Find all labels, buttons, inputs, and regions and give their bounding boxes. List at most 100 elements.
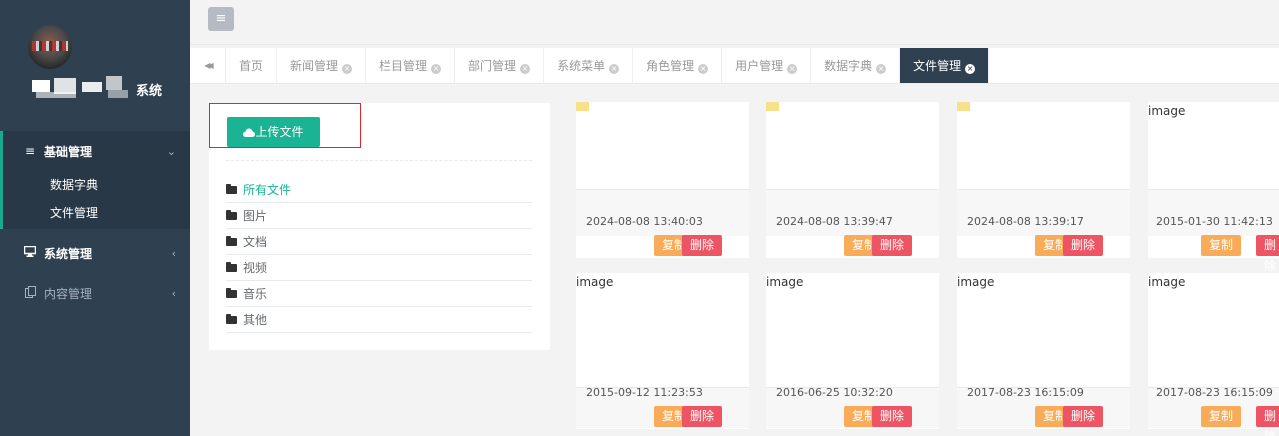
file-date: 2016-06-25 10:32:20 — [776, 386, 893, 399]
file-info — [576, 190, 749, 236]
file-preview[interactable]: image — [957, 273, 1130, 388]
list-icon: ≡ — [24, 144, 36, 158]
tab-home[interactable]: 首页 — [226, 48, 278, 83]
file-preview[interactable] — [957, 102, 1130, 190]
file-date: 2015-01-30 11:42:13 — [1156, 215, 1273, 228]
file-preview[interactable]: image — [1148, 102, 1279, 190]
image-alt-text: image — [957, 275, 995, 289]
file-preview[interactable]: image — [766, 273, 939, 388]
close-icon[interactable]: × — [965, 64, 976, 74]
divider — [226, 160, 532, 161]
close-icon[interactable]: × — [698, 64, 709, 74]
menu-toggle-button[interactable]: ≡ — [208, 7, 234, 31]
tab-label: 用户管理 — [735, 59, 784, 73]
image-alt-text: image — [576, 275, 614, 289]
file-card[interactable]: image 2016-06-25 10:32:20 复制 删除 — [766, 273, 939, 429]
file-date: 2024-08-08 13:39:17 — [967, 215, 1084, 228]
folder-videos[interactable]: 视频 — [226, 255, 532, 281]
tab-user-management[interactable]: 用户管理 × — [722, 48, 812, 83]
tab-data-dictionary[interactable]: 数据字典 × — [811, 48, 901, 83]
tabs-scroll-left-icon[interactable]: ◀◀ — [190, 48, 226, 83]
file-card[interactable]: image 2017-08-23 16:15:09 复制 删除 — [1148, 273, 1279, 436]
folder-all-files[interactable]: 所有文件 — [226, 177, 532, 203]
desktop-icon — [22, 245, 38, 260]
delete-button[interactable]: 删除 — [1063, 235, 1104, 256]
tab-news-management[interactable]: 新闻管理 × — [277, 48, 367, 83]
copy-button[interactable]: 复制 — [1201, 235, 1242, 256]
close-icon[interactable]: × — [609, 64, 620, 74]
file-card[interactable]: image 2015-09-12 11:23:53 复制 删除 — [576, 273, 749, 429]
upload-label: 上传文件 — [255, 125, 304, 139]
file-card[interactable]: 2024-08-08 13:40:03 复制 删除 — [576, 102, 749, 258]
folder-icon — [226, 209, 237, 220]
sidebar-item-basic-management[interactable]: ≡ 基础管理 ⌄ — [0, 131, 190, 171]
copy-button[interactable]: 复制 — [1201, 406, 1242, 427]
sidebar-item-system-management[interactable]: 系统管理 ‹ — [0, 233, 190, 273]
sidebar-item-content-management[interactable]: 内容管理 ‹ — [0, 273, 190, 313]
file-card[interactable]: 2024-08-08 13:39:47 复制 删除 — [766, 102, 939, 258]
sidebar-item-label: 系统管理 — [44, 246, 93, 261]
sidebar-item-file-management[interactable]: 文件管理 — [3, 199, 190, 229]
folder-music[interactable]: 音乐 — [226, 281, 532, 307]
tab-file-management[interactable]: 文件管理 × — [900, 48, 990, 83]
profile-area: 系统 — [0, 0, 190, 128]
file-date: 2024-08-08 13:39:47 — [776, 215, 893, 228]
folder-icon — [226, 287, 237, 298]
close-icon[interactable]: × — [342, 64, 353, 74]
delete-button[interactable]: 删除 — [1063, 406, 1104, 427]
file-info — [766, 190, 939, 236]
image-thumbnail — [576, 102, 589, 111]
sidebar-item-data-dictionary[interactable]: 数据字典 — [3, 171, 190, 199]
folder-documents[interactable]: 文档 — [226, 229, 532, 255]
delete-button[interactable]: 删除 — [682, 235, 723, 256]
page-tabs: ◀◀ 首页 新闻管理 × 栏目管理 × 部门管理 × 系统菜单 × 角色管理 × 用户管理… — [190, 48, 1279, 84]
tab-label: 栏目管理 — [379, 59, 428, 73]
tab-label: 数据字典 — [824, 59, 873, 73]
file-card[interactable]: 2024-08-08 13:39:17 复制 删除 — [957, 102, 1130, 258]
upload-file-button[interactable]: 上传文件 — [227, 117, 320, 147]
file-date: 2017-08-23 16:15:09 — [1156, 386, 1273, 399]
close-icon[interactable]: × — [876, 64, 887, 74]
tab-column-management[interactable]: 栏目管理 × — [366, 48, 456, 83]
file-preview[interactable] — [576, 102, 749, 190]
sidebar-item-label: 内容管理 — [44, 286, 93, 301]
image-alt-text: image — [1148, 275, 1186, 289]
folder-list: 所有文件 图片 文档 视频 音乐 其他 — [226, 177, 532, 333]
delete-button[interactable]: 删除 — [872, 406, 913, 427]
delete-button[interactable]: 删除 — [872, 235, 913, 256]
file-card[interactable]: image 2017-08-23 16:15:09 复制 删除 — [957, 273, 1130, 429]
file-card[interactable]: image 2015-01-30 11:42:13 复制 删除 — [1148, 102, 1279, 273]
delete-button[interactable]: 删除 — [1256, 235, 1279, 273]
folder-label: 视频 — [243, 260, 268, 275]
file-date: 2024-08-08 13:40:03 — [586, 215, 703, 228]
close-icon[interactable]: × — [520, 64, 531, 74]
top-bar: ≡ — [190, 0, 1279, 45]
folder-icon — [226, 261, 237, 272]
tab-department-management[interactable]: 部门管理 × — [455, 48, 545, 83]
close-icon[interactable]: × — [431, 64, 442, 74]
folder-icon — [226, 235, 237, 246]
file-info — [1148, 190, 1279, 236]
image-alt-text: image — [1148, 104, 1186, 118]
folder-icon — [226, 313, 237, 324]
file-preview[interactable] — [766, 102, 939, 190]
brand-logo: 系统 — [32, 76, 170, 100]
folder-icon — [226, 183, 237, 194]
tab-system-menu[interactable]: 系统菜单 × — [544, 48, 634, 83]
tab-label: 首页 — [239, 59, 264, 73]
sidebar-item-label: 基础管理 — [44, 144, 93, 159]
chevron-left-icon: ‹ — [171, 246, 176, 260]
file-preview[interactable]: image — [576, 273, 749, 388]
sidebar-nav: ≡ 基础管理 ⌄ 数据字典 文件管理 系统管理 ‹ 内容管理 ‹ — [0, 131, 190, 313]
file-preview[interactable]: image — [1148, 273, 1279, 388]
avatar[interactable] — [28, 25, 72, 69]
delete-button[interactable]: 删除 — [1256, 406, 1279, 436]
tab-role-management[interactable]: 角色管理 × — [633, 48, 723, 83]
folder-images[interactable]: 图片 — [226, 203, 532, 229]
folder-other[interactable]: 其他 — [226, 307, 532, 333]
folder-panel: 上传文件 所有文件 图片 文档 视频 音乐 其他 — [209, 103, 550, 350]
file-date: 2017-08-23 16:15:09 — [967, 386, 1084, 399]
close-icon[interactable]: × — [787, 64, 798, 74]
hamburger-icon: ≡ — [215, 11, 227, 26]
delete-button[interactable]: 删除 — [682, 406, 723, 427]
